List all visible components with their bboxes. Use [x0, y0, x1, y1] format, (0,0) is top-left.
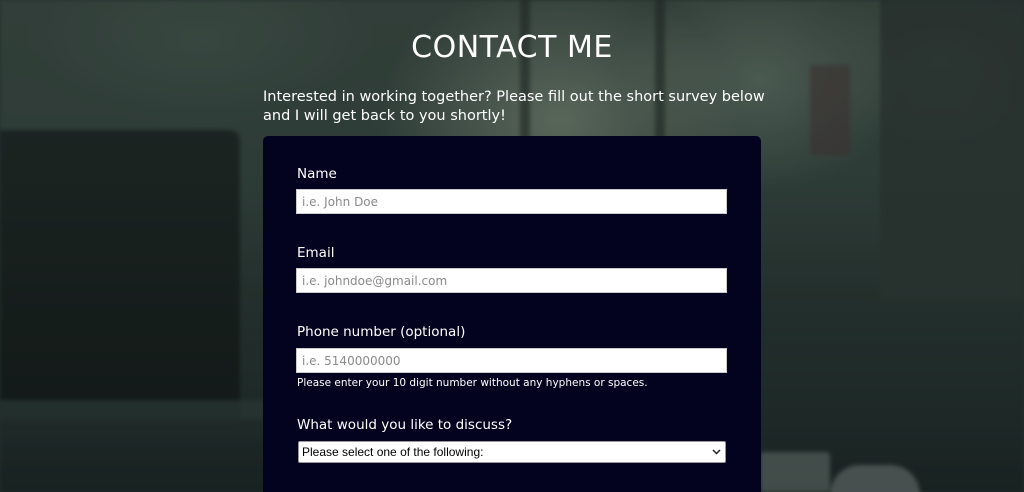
phone-hint: Please enter your 10 digit number withou…: [297, 377, 648, 389]
topic-select[interactable]: Please select one of the following:: [298, 441, 726, 463]
intro-text: Interested in working together? Please f…: [263, 89, 765, 124]
phone-label: Phone number (optional): [297, 324, 466, 340]
phone-input[interactable]: [296, 348, 727, 373]
topic-label: What would you like to discuss?: [297, 417, 513, 433]
email-input[interactable]: [296, 268, 727, 293]
name-input[interactable]: [296, 189, 727, 214]
name-label: Name: [297, 166, 337, 182]
topic-select-value: Please select one of the following:: [302, 445, 484, 459]
email-label: Email: [297, 245, 335, 261]
chevron-down-icon: [712, 442, 721, 470]
contact-section: CONTACT ME Interested in working togethe…: [0, 0, 1024, 492]
page-title: CONTACT ME: [411, 30, 613, 65]
contact-form: Name Email Phone number (optional) Pleas…: [263, 136, 761, 492]
